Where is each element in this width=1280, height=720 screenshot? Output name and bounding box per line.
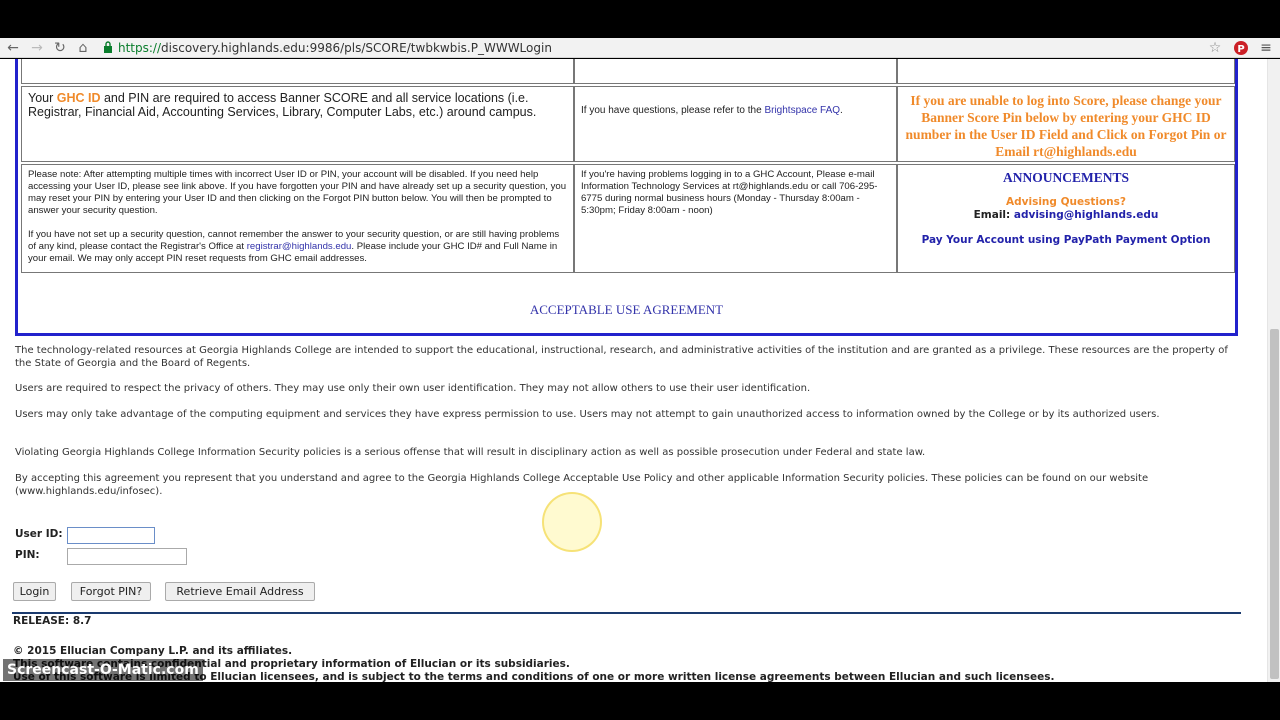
aua-title: ACCEPTABLE USE AGREEMENT [529,302,724,317]
bookmark-star-icon[interactable]: ☆ [1206,39,1224,57]
table-cell-questions: If you have questions, please refer to t… [574,86,897,162]
page-viewport: Your GHC ID and PIN are required to acce… [0,59,1280,682]
id-info-prefix: Your [28,91,57,105]
registrar-email-link[interactable]: registrar@highlands.edu [247,241,352,252]
pin-label: PIN: [15,549,40,561]
top-black-bar [0,0,1280,38]
address-bar[interactable]: https://discovery.highlands.edu:9986/pls… [118,40,552,56]
scrollbar[interactable] [1267,59,1280,682]
aua-paragraph-3: Users may only take advantage of the com… [15,409,1160,420]
id-info-rest: and PIN are required to access Banner SC… [28,91,537,119]
pin-note-p2: If you have not set up a security questi… [28,229,567,265]
table-cell-login-help: If you are unable to log into Score, ple… [897,86,1235,162]
lock-icon [104,41,112,53]
advising-questions: Advising Questions? [1005,196,1126,208]
browser-toolbar: ← → ↻ ⌂ https://discovery.highlands.edu:… [0,38,1280,58]
ghc-id-highlight: GHC ID [56,91,101,105]
footer-divider [12,612,1241,614]
scrollbar-thumb[interactable] [1270,329,1279,679]
table-cell-pin-note: Please note: After attempting multiple t… [21,164,574,273]
home-icon[interactable]: ⌂ [74,39,92,57]
release-label: RELEASE: 8.7 [13,615,92,627]
reload-icon[interactable]: ↻ [51,39,69,57]
advising-email-line: Email: advising@highlands.edu [904,209,1228,222]
table-cell-top-right [897,59,1235,84]
copyright-line: © 2015 Ellucian Company L.P. and its aff… [13,645,293,657]
questions-text: If you have questions, please refer to t… [581,105,890,117]
pinterest-icon[interactable]: P [1232,39,1250,57]
brightspace-faq-link[interactable]: Brightspace FAQ [764,105,840,116]
aua-paragraph-4: Violating Georgia Highlands College Info… [15,447,926,458]
table-cell-id-info: Your GHC ID and PIN are required to acce… [21,86,574,162]
aua-paragraph-1: The technology-related resources at Geor… [15,345,1228,369]
aua-paragraph-5: By accepting this agreement you represen… [15,473,1149,497]
url-path: :9986/pls/SCORE/twbkwbis.P_WWWLogin [305,41,552,55]
url-host: discovery.highlands.edu [161,41,306,55]
svg-text:P: P [1237,44,1244,55]
back-icon[interactable]: ← [4,39,22,57]
id-info-text: Your GHC ID and PIN are required to acce… [28,91,567,119]
announcements-title: ANNOUNCEMENTS [1002,170,1129,185]
user-id-label: User ID: [15,528,63,540]
paypath-link[interactable]: Pay Your Account using PayPath Payment O… [904,234,1228,247]
user-id-input[interactable] [67,527,155,544]
bottom-black-bar [0,682,1280,720]
ghc-account-help-text: If you're having problems logging in to … [581,169,878,216]
table-cell-announcements: ANNOUNCEMENTS Advising Questions? Email:… [897,164,1235,273]
pin-input[interactable] [67,548,187,565]
table-cell-ghc-account: If you're having problems logging in to … [574,164,897,273]
login-help-text: If you are unable to log into Score, ple… [905,93,1227,159]
pin-note-p1: Please note: After attempting multiple t… [28,169,567,216]
recorder-watermark: Screencast-O-Matic.com [3,659,203,681]
table-cell-top-mid [574,59,897,84]
cursor-highlight [542,492,602,552]
url-scheme: https:// [118,41,162,55]
menu-icon[interactable]: ≡ [1257,39,1275,57]
questions-prefix: If you have questions, please refer to t… [581,105,765,116]
retrieve-email-button[interactable]: Retrieve Email Address [165,582,315,601]
info-table: Your GHC ID and PIN are required to acce… [15,59,1238,336]
forward-icon[interactable]: → [28,39,46,57]
table-cell-top-left [21,59,574,84]
aua-paragraph-2: Users are required to respect the privac… [15,383,811,394]
email-label: Email: [973,209,1014,221]
advising-email-link[interactable]: advising@highlands.edu [1014,209,1158,221]
questions-suffix: . [840,105,843,116]
forgot-pin-button[interactable]: Forgot PIN? [71,582,151,601]
login-button[interactable]: Login [13,582,56,601]
